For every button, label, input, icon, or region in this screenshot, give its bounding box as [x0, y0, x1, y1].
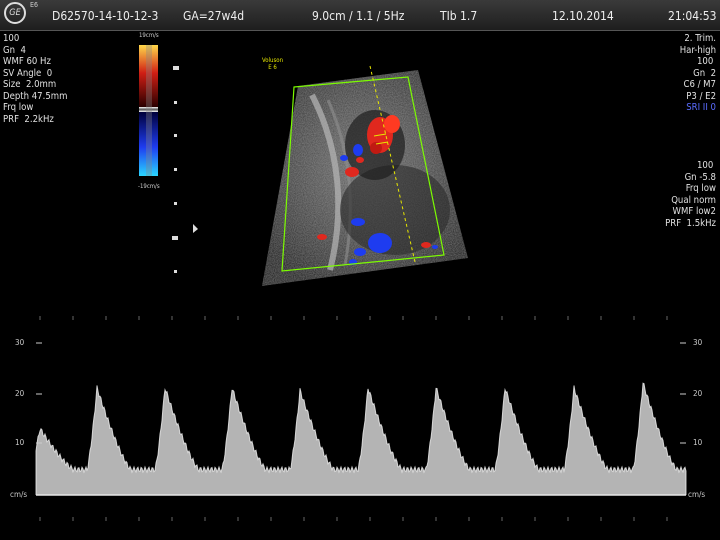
axis-tick-30-left: 30	[15, 338, 25, 347]
axis-unit-left: cm/s	[10, 490, 28, 499]
doppler-spectrum	[35, 316, 687, 521]
axis-tick-20-left: 20	[15, 389, 25, 398]
axis-tick-30-right: 30	[693, 338, 703, 347]
depth-scale	[172, 66, 198, 273]
axis-tick-10-left: 10	[15, 438, 25, 447]
axis-tick-10-right: 10	[693, 438, 703, 447]
axis-tick-20-right: 20	[693, 389, 703, 398]
ultrasound-image	[35, 45, 687, 521]
axis-unit-right: cm/s	[688, 490, 706, 499]
